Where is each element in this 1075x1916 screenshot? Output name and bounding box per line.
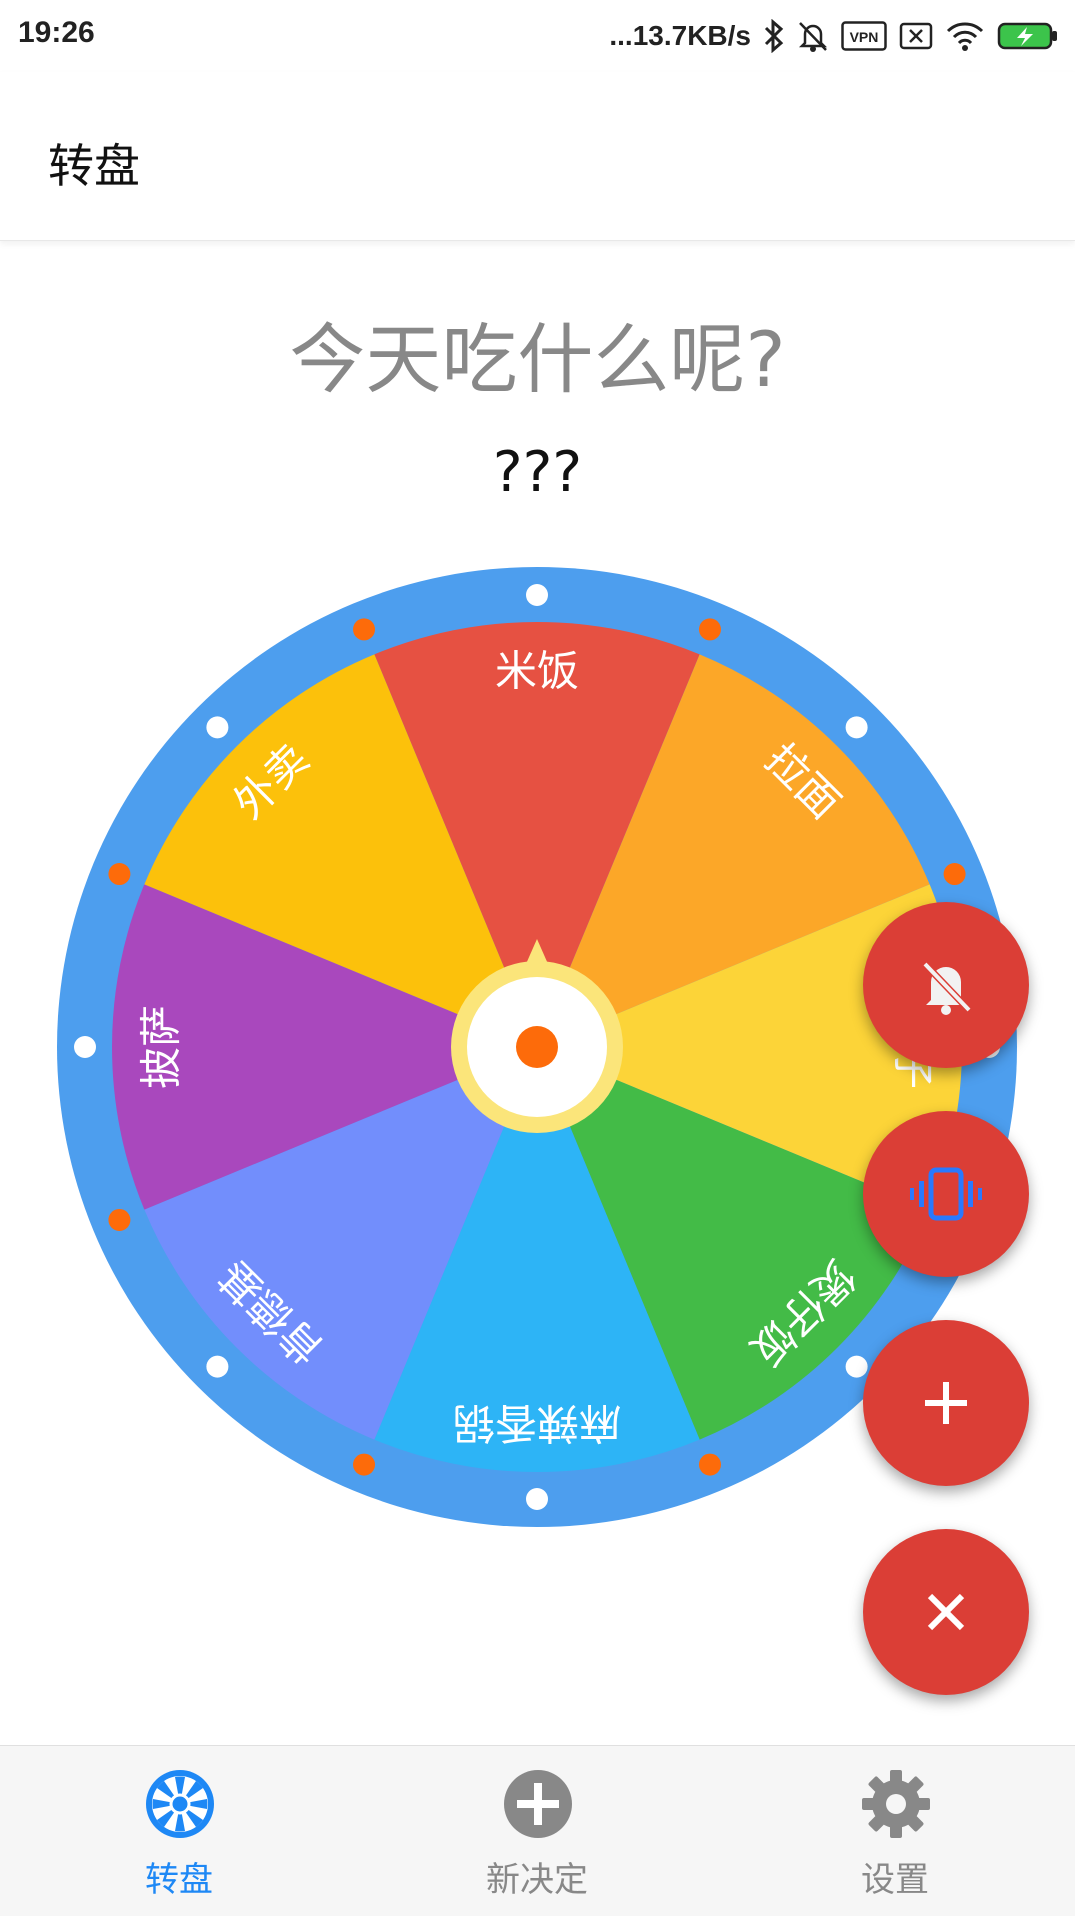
wheel-rim-dot (943, 863, 966, 886)
close-icon (927, 1593, 965, 1631)
nav-item-wheel[interactable]: 转盘 (0, 1746, 358, 1916)
result-text: ??? (492, 440, 583, 505)
vpn-label: VPN (850, 29, 879, 45)
close-fab[interactable] (863, 1529, 1029, 1695)
wheel-rim-dot (108, 863, 131, 886)
page-title: 转盘 (48, 139, 140, 193)
mute-icon (797, 19, 829, 53)
wheel-segment-label: 米饭 (495, 647, 579, 696)
bottom-navigation: 转盘 新决定 设置 (0, 1745, 1075, 1916)
app-bar: 转盘 (0, 72, 1075, 241)
vibrate-fab[interactable] (863, 1111, 1029, 1277)
wheel-segment-label: 披萨 (137, 1005, 186, 1089)
gear-icon (862, 1770, 930, 1838)
add-fab[interactable] (863, 1320, 1029, 1486)
nav-item-new-decision[interactable]: 新决定 (358, 1746, 716, 1916)
wheel-segment-label: 麻辣香锅 (453, 1399, 621, 1448)
wifi-icon (945, 20, 985, 52)
wheel-rim-dot (108, 1208, 131, 1231)
nav-label-settings: 设置 (861, 1860, 929, 1900)
wheel-rim-dot (74, 1036, 96, 1058)
wheel-rim-dot (353, 1453, 376, 1476)
wheel-rim-dot (526, 1488, 548, 1510)
battery-charging-icon (997, 21, 1059, 51)
wheel-rim-dot (526, 584, 548, 606)
wheel-rim-dot (353, 618, 376, 641)
bluetooth-icon (763, 19, 785, 53)
wheel-rim-dot (845, 716, 868, 739)
wheel-rim-dot (698, 618, 721, 641)
wheel-rim-dot (698, 1453, 721, 1476)
nav-label-new-decision: 新决定 (486, 1860, 588, 1900)
wheel-hub-dot (516, 1026, 558, 1068)
plus-icon (925, 1382, 967, 1424)
wheel-rim-dot (206, 1355, 229, 1378)
bell-off-icon (922, 961, 972, 1015)
nav-item-settings[interactable]: 设置 (716, 1746, 1074, 1916)
network-speed: ...13.7KB/s (609, 20, 751, 51)
no-sim-icon (899, 21, 933, 51)
status-time: 19:26 (18, 16, 95, 49)
nav-label-wheel: 转盘 (145, 1860, 213, 1900)
wheel-icon (146, 1770, 214, 1838)
vpn-icon: VPN (841, 21, 887, 51)
status-icons: ...13.7KB/s VPN (609, 14, 1059, 58)
wheel-rim-dot (845, 1355, 868, 1378)
add-circle-icon (504, 1770, 572, 1838)
question-text: 今天吃什么呢? (289, 315, 786, 404)
status-bar: 19:26 ...13.7KB/s VPN (0, 0, 1075, 72)
mute-fab[interactable] (863, 902, 1029, 1068)
vibrate-icon (910, 1167, 982, 1221)
wheel-rim-dot (206, 716, 229, 739)
